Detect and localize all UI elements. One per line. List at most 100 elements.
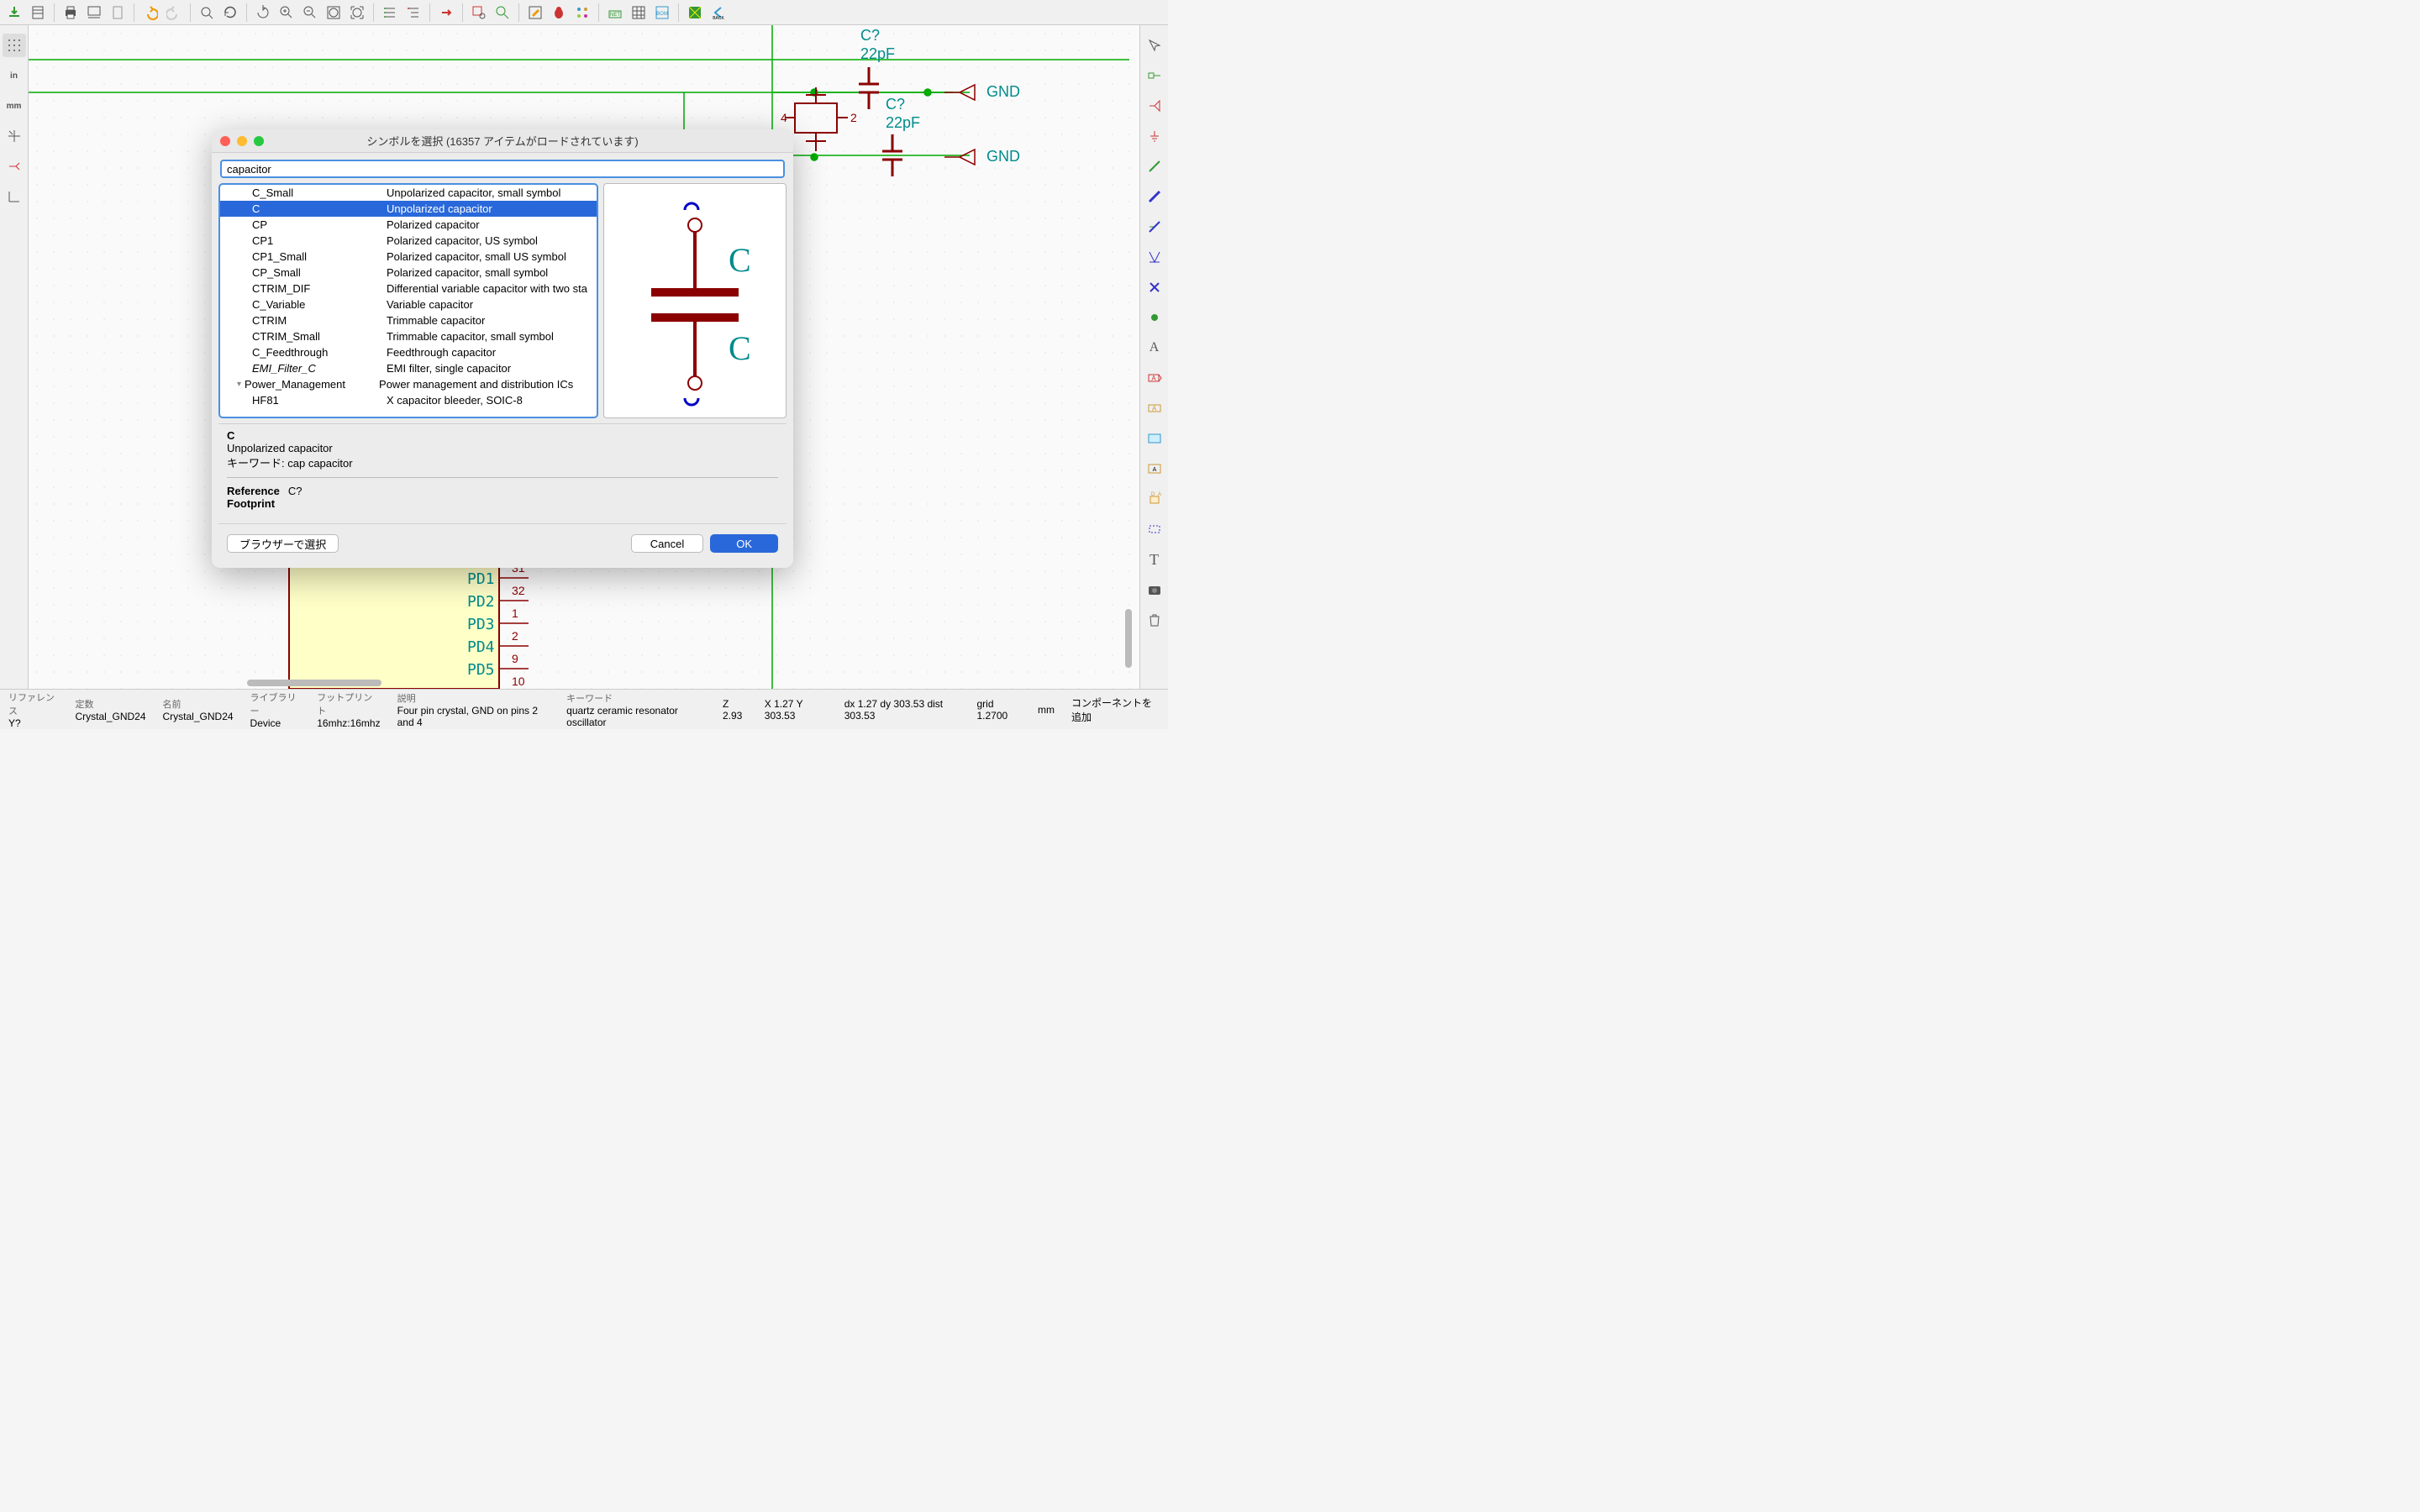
list-item[interactable]: CTRIM_SmallTrimmable capacitor, small sy… bbox=[220, 328, 597, 344]
list-item[interactable]: CUnpolarized capacitor bbox=[220, 201, 597, 217]
refresh-icon[interactable] bbox=[219, 2, 241, 24]
bug-icon[interactable] bbox=[548, 2, 570, 24]
main-toolbar: NET BOM BACK bbox=[0, 0, 1168, 25]
svg-text:BOM: BOM bbox=[656, 12, 668, 17]
sheet-pin-icon[interactable] bbox=[1143, 427, 1166, 450]
svg-text:PD2: PD2 bbox=[467, 593, 495, 611]
download-icon[interactable] bbox=[3, 2, 25, 24]
cancel-button[interactable]: Cancel bbox=[631, 534, 703, 553]
tree-icon[interactable] bbox=[379, 2, 401, 24]
c1-val: 22pF bbox=[860, 45, 895, 62]
symbol-list[interactable]: C_SmallUnpolarized capacitor, small symb… bbox=[218, 183, 598, 418]
maximize-icon[interactable] bbox=[254, 136, 264, 146]
browser-button[interactable]: ブラウザーで選択 bbox=[227, 534, 339, 553]
list-item[interactable]: CPPolarized capacitor bbox=[220, 217, 597, 233]
list-item[interactable]: CTRIM_DIFDifferential variable capacitor… bbox=[220, 281, 597, 297]
import-hier-icon[interactable]: A bbox=[1143, 457, 1166, 480]
list-item[interactable]: C_VariableVariable capacitor bbox=[220, 297, 597, 312]
netlabel-icon[interactable] bbox=[1143, 245, 1166, 269]
prefs-icon[interactable] bbox=[571, 2, 593, 24]
run-icon[interactable] bbox=[435, 2, 457, 24]
print-icon[interactable] bbox=[60, 2, 82, 24]
plot-icon[interactable] bbox=[83, 2, 105, 24]
redo-icon[interactable] bbox=[163, 2, 185, 24]
list-item[interactable]: CP1_SmallPolarized capacitor, small US s… bbox=[220, 249, 597, 265]
edit-icon[interactable] bbox=[524, 2, 546, 24]
list-item[interactable]: C_FeedthroughFeedthrough capacitor bbox=[220, 344, 597, 360]
list-item[interactable]: HF81X capacitor bleeder, SOIC-8 bbox=[220, 392, 597, 408]
dialog-titlebar[interactable]: シンボルを選択 (16357 アイテムがロードされています) bbox=[212, 129, 793, 153]
svg-text:10: 10 bbox=[512, 675, 525, 688]
list-item[interactable]: CP1Polarized capacitor, US symbol bbox=[220, 233, 597, 249]
origin-icon[interactable] bbox=[3, 185, 26, 208]
net-icon[interactable]: NET bbox=[604, 2, 626, 24]
svg-text:A: A bbox=[1158, 492, 1161, 497]
grid-icon[interactable] bbox=[3, 34, 26, 57]
sheet-icon[interactable] bbox=[27, 2, 49, 24]
cursor-icon[interactable] bbox=[3, 124, 26, 148]
list-item[interactable]: C_SmallUnpolarized capacitor, small symb… bbox=[220, 185, 597, 201]
svg-text:9: 9 bbox=[512, 652, 518, 665]
svg-text:32: 32 bbox=[512, 584, 525, 597]
c2-ref: C? bbox=[886, 96, 905, 113]
bus-entry-icon[interactable] bbox=[1143, 215, 1166, 239]
hier-pin-icon[interactable] bbox=[1143, 64, 1166, 87]
camera-icon[interactable] bbox=[1143, 578, 1166, 601]
close-icon[interactable] bbox=[220, 136, 230, 146]
find-sym-icon[interactable] bbox=[468, 2, 490, 24]
mm-icon[interactable]: mm bbox=[3, 94, 26, 118]
bus-icon[interactable] bbox=[1143, 185, 1166, 208]
undo-icon[interactable] bbox=[139, 2, 161, 24]
zoom-sel-icon[interactable] bbox=[346, 2, 368, 24]
ok-button[interactable]: OK bbox=[710, 534, 778, 553]
noconnect-icon[interactable] bbox=[1143, 276, 1166, 299]
xtal-pin2: 2 bbox=[850, 111, 857, 124]
gnd-icon[interactable] bbox=[1143, 124, 1166, 148]
label-icon[interactable]: A bbox=[1143, 336, 1166, 360]
svg-text:BACK: BACK bbox=[713, 16, 724, 20]
svg-text:D: D bbox=[1151, 492, 1155, 497]
list-item[interactable]: Power_ManagementPower management and dis… bbox=[220, 376, 597, 392]
find-icon[interactable] bbox=[492, 2, 513, 24]
zoom-in-icon[interactable] bbox=[276, 2, 297, 24]
zoom-out-icon[interactable] bbox=[299, 2, 321, 24]
search-input[interactable] bbox=[220, 160, 785, 178]
list-item[interactable]: CTRIMTrimmable capacitor bbox=[220, 312, 597, 328]
zoom-area-icon[interactable] bbox=[196, 2, 218, 24]
svg-text:PD4: PD4 bbox=[467, 638, 495, 656]
list-item[interactable]: EMI_Filter_CEMI filter, single capacitor bbox=[220, 360, 597, 376]
page-icon[interactable] bbox=[107, 2, 129, 24]
text-icon[interactable]: T bbox=[1143, 548, 1166, 571]
inches-icon[interactable]: in bbox=[3, 64, 26, 87]
hier-icon[interactable] bbox=[402, 2, 424, 24]
minimize-icon[interactable] bbox=[237, 136, 247, 146]
right-toolbar: A A A A DA T bbox=[1139, 25, 1168, 689]
grid-tbl-icon[interactable] bbox=[628, 2, 650, 24]
hier-label-icon[interactable]: A bbox=[1143, 396, 1166, 420]
hier-sheet-icon[interactable]: DA bbox=[1143, 487, 1166, 511]
gnd2: GND bbox=[986, 148, 1020, 165]
zoom-fit-icon[interactable] bbox=[323, 2, 345, 24]
svg-text:C: C bbox=[729, 241, 751, 279]
back-icon[interactable]: BACK bbox=[708, 2, 729, 24]
svg-text:A: A bbox=[1152, 405, 1157, 412]
svg-text:A: A bbox=[1151, 375, 1156, 382]
pcb-icon[interactable] bbox=[684, 2, 706, 24]
list-item[interactable]: CP_SmallPolarized capacitor, small symbo… bbox=[220, 265, 597, 281]
global-label-icon[interactable]: A bbox=[1143, 366, 1166, 390]
wire-icon[interactable] bbox=[1143, 155, 1166, 178]
dashed-icon[interactable] bbox=[1143, 517, 1166, 541]
dialog-title: シンボルを選択 (16357 アイテムがロードされています) bbox=[212, 133, 793, 149]
rotate-icon[interactable] bbox=[252, 2, 274, 24]
add-sym-icon[interactable] bbox=[1143, 94, 1166, 118]
status-bar: リファレンスY? 定数Crystal_GND24 名前Crystal_GND24… bbox=[0, 689, 1168, 729]
junction-icon[interactable] bbox=[1143, 306, 1166, 329]
trash-icon[interactable] bbox=[1143, 608, 1166, 632]
pin-icon[interactable] bbox=[3, 155, 26, 178]
svg-text:C: C bbox=[729, 329, 751, 367]
arrow-icon[interactable] bbox=[1143, 34, 1166, 57]
bom-icon[interactable]: BOM bbox=[651, 2, 673, 24]
svg-text:PD3: PD3 bbox=[467, 616, 495, 633]
v-scrollbar[interactable] bbox=[1125, 609, 1132, 668]
h-scrollbar[interactable] bbox=[247, 680, 381, 686]
